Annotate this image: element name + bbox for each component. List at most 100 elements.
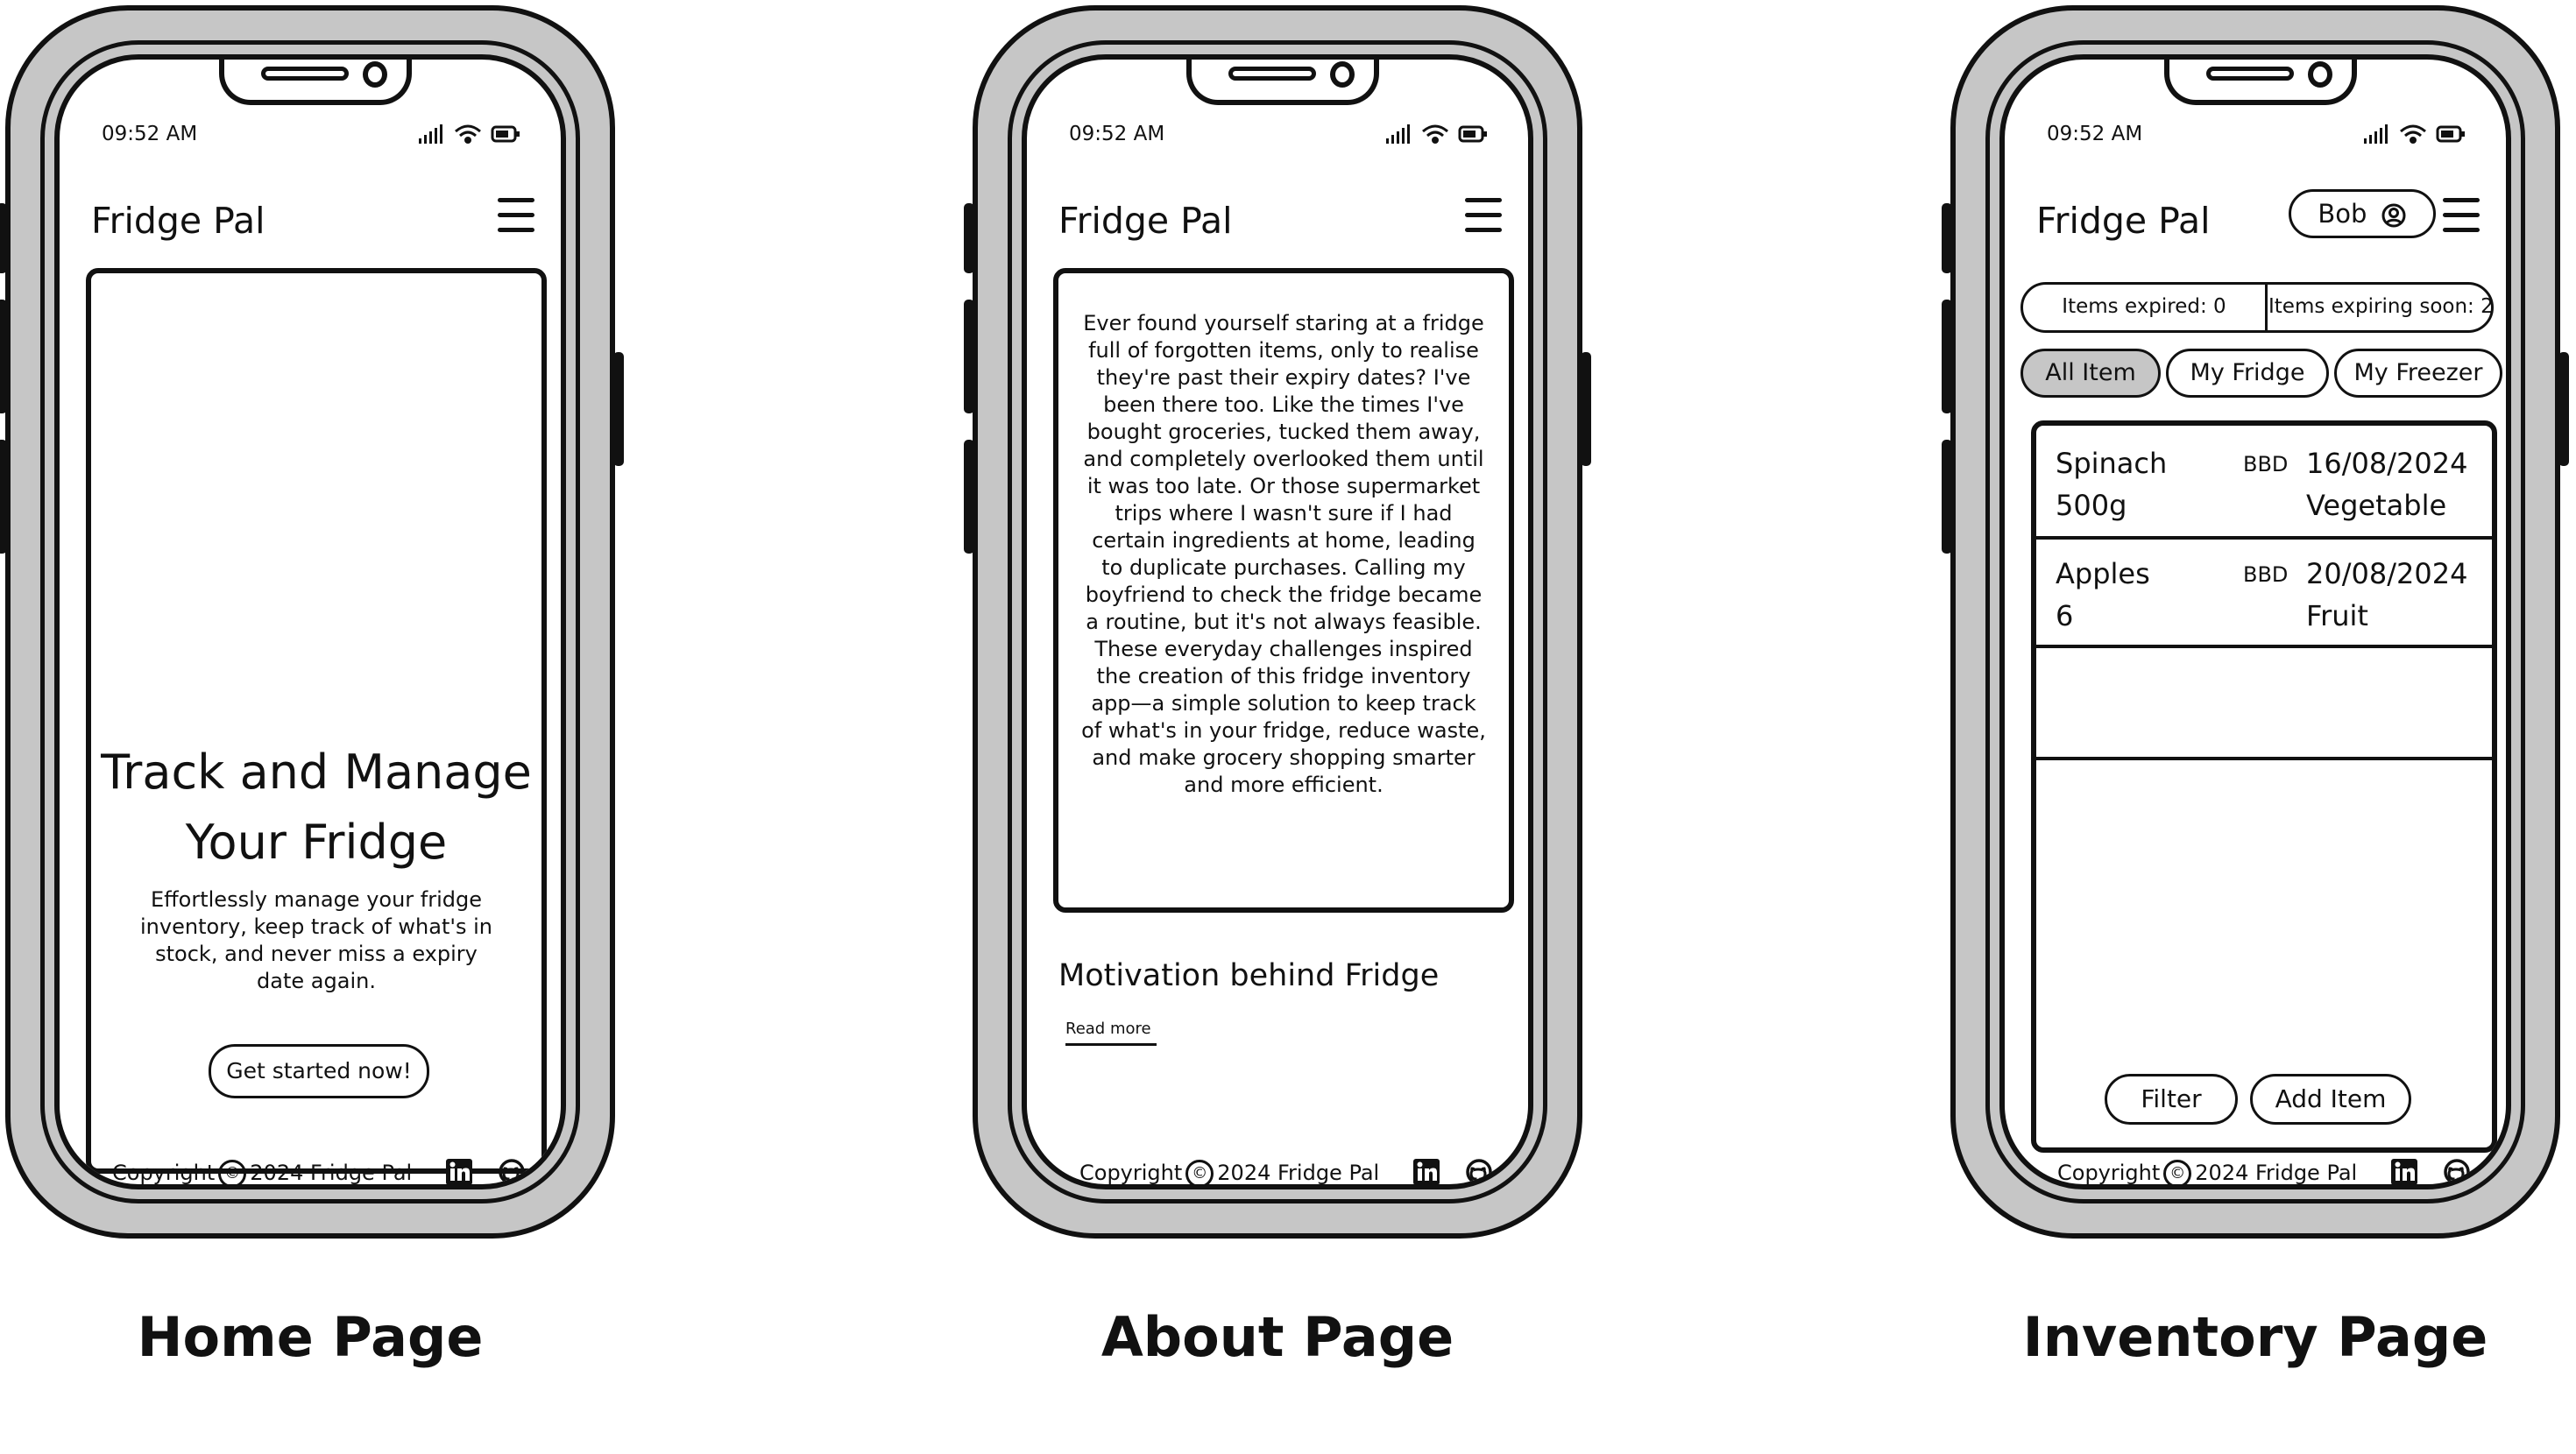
- wifi-icon: [2400, 124, 2426, 144]
- side-button: [1581, 352, 1591, 466]
- about-story-text: Ever found yourself staring at a fridge …: [1081, 311, 1486, 797]
- user-name: Bob: [2318, 199, 2367, 229]
- side-button: [0, 300, 7, 413]
- screen: 09:52 AM Fridge Pal Bob Items expired: 0…: [1999, 54, 2511, 1189]
- app-title: Fridge Pal: [91, 200, 265, 242]
- menu-icon[interactable]: [498, 198, 534, 233]
- screen: 09:52 AM Fridge Pal Track and Manage You…: [54, 54, 566, 1189]
- section-title: Motivation behind Fridge: [1058, 958, 1440, 993]
- footer: Copyright © 2024 Fridge Pal: [1027, 1154, 1528, 1186]
- battery-icon: [491, 125, 520, 143]
- speaker: [2206, 67, 2294, 81]
- notch: [1186, 60, 1379, 105]
- side-button: [0, 203, 7, 273]
- status-time: 09:52 AM: [102, 123, 198, 145]
- status-time: 09:52 AM: [1069, 123, 1165, 145]
- side-button: [964, 203, 974, 273]
- footer: Copyright © 2024 Fridge Pal: [60, 1154, 561, 1186]
- copyright-icon: ©: [218, 1160, 247, 1184]
- signal-icon: [419, 124, 442, 144]
- speaker: [261, 67, 349, 81]
- copyright-text: 2024 Fridge Pal: [250, 1161, 413, 1185]
- copyright-text: 2024 Fridge Pal: [2195, 1161, 2358, 1185]
- item-date: 16/08/2024: [2306, 447, 2468, 480]
- wifi-icon: [455, 124, 481, 144]
- menu-icon[interactable]: [2443, 198, 2480, 233]
- stat-expiring-soon: Items expiring soon: 2: [2268, 295, 2494, 318]
- caption-about-page: About Page: [1100, 1305, 1454, 1369]
- phone-home: 09:52 AM Fridge Pal Track and Manage You…: [0, 5, 624, 1239]
- status-icons: [2364, 124, 2465, 144]
- copyright-icon: ©: [2163, 1160, 2192, 1184]
- get-started-button[interactable]: Get started now!: [209, 1044, 429, 1098]
- read-more-link[interactable]: Read more: [1065, 1020, 1157, 1046]
- add-item-button[interactable]: Add Item: [2250, 1074, 2411, 1125]
- inventory-row[interactable]: Apples 6 BBD 20/08/2024 Fruit: [2036, 536, 2492, 648]
- side-button: [1942, 440, 1952, 554]
- inventory-row[interactable]: Spinach 500g BBD 16/08/2024 Vegetable: [2036, 426, 2492, 540]
- copyright: Copyright © 2024 Fridge Pal: [112, 1160, 413, 1185]
- hero-title-line: Track and Manage: [101, 745, 532, 800]
- hero-card: Track and Manage Your Fridge Effortlessl…: [86, 268, 547, 1174]
- status-icons: [419, 124, 520, 144]
- side-button: [1942, 300, 1952, 413]
- footer: Copyright © 2024 Fridge Pal: [2005, 1154, 2506, 1186]
- user-icon: [2381, 203, 2406, 228]
- item-category: Fruit: [2306, 599, 2368, 632]
- camera: [1330, 61, 1355, 88]
- hero-title-line: Your Fridge: [185, 815, 448, 870]
- stat-expired: Items expired: 0: [2062, 295, 2226, 318]
- item-bbd-label: BBD: [2243, 452, 2289, 476]
- copyright: Copyright © 2024 Fridge Pal: [1079, 1160, 1380, 1185]
- item-name: Apples: [2056, 557, 2150, 590]
- tab-all-item[interactable]: All Item: [2020, 349, 2161, 398]
- status-icons: [1386, 124, 1487, 144]
- tab-my-freezer[interactable]: My Freezer: [2334, 349, 2502, 398]
- copyright-text: 2024 Fridge Pal: [1217, 1161, 1380, 1185]
- stats-divider: [2265, 285, 2268, 330]
- phone-inventory: 09:52 AM Fridge Pal Bob Items expired: 0…: [1942, 5, 2569, 1239]
- item-quantity: 500g: [2056, 489, 2127, 522]
- menu-icon[interactable]: [1465, 198, 1502, 233]
- item-date: 20/08/2024: [2306, 557, 2468, 590]
- github-icon[interactable]: [498, 1158, 526, 1186]
- item-category: Vegetable: [2306, 489, 2447, 522]
- app-title: Fridge Pal: [2036, 200, 2211, 242]
- side-button: [0, 440, 7, 554]
- copyright-icon: ©: [1185, 1160, 1214, 1184]
- camera: [363, 61, 387, 88]
- copyright-prefix: Copyright: [2057, 1161, 2161, 1185]
- phone-about: 09:52 AM Fridge Pal Ever found yourself …: [964, 5, 1591, 1239]
- tab-my-fridge[interactable]: My Fridge: [2166, 349, 2329, 398]
- hero-subtitle: Effortlessly manage your fridge inventor…: [140, 887, 492, 993]
- battery-icon: [2436, 125, 2465, 143]
- caption-home-page: Home Page: [137, 1305, 484, 1369]
- user-button[interactable]: Bob: [2289, 189, 2436, 238]
- side-button: [2558, 352, 2569, 466]
- camera: [2308, 61, 2332, 88]
- linkedin-icon[interactable]: [1412, 1158, 1440, 1186]
- hero-title: Track and Manage Your Fridge: [91, 738, 541, 878]
- stats-bar: Items expired: 0 Items expiring soon: 2: [2020, 282, 2494, 333]
- battery-icon: [1458, 125, 1487, 143]
- signal-icon: [1386, 124, 1410, 144]
- screen: 09:52 AM Fridge Pal Ever found yourself …: [1022, 54, 1533, 1189]
- github-icon[interactable]: [1465, 1158, 1493, 1186]
- side-button: [964, 440, 974, 554]
- copyright-prefix: Copyright: [112, 1161, 216, 1185]
- app-title: Fridge Pal: [1058, 200, 1233, 242]
- inventory-row-empty: [2036, 648, 2492, 760]
- github-icon[interactable]: [2443, 1158, 2471, 1186]
- notch: [2164, 60, 2357, 105]
- about-story-card: Ever found yourself staring at a fridge …: [1053, 268, 1514, 913]
- item-name: Spinach: [2056, 447, 2168, 480]
- side-button: [1942, 203, 1952, 273]
- linkedin-icon[interactable]: [445, 1158, 473, 1186]
- copyright-prefix: Copyright: [1079, 1161, 1183, 1185]
- linkedin-icon[interactable]: [2390, 1158, 2418, 1186]
- copyright: Copyright © 2024 Fridge Pal: [2057, 1160, 2358, 1185]
- notch: [219, 60, 412, 105]
- filter-button[interactable]: Filter: [2105, 1074, 2238, 1125]
- side-button: [613, 352, 624, 466]
- status-time: 09:52 AM: [2047, 123, 2143, 145]
